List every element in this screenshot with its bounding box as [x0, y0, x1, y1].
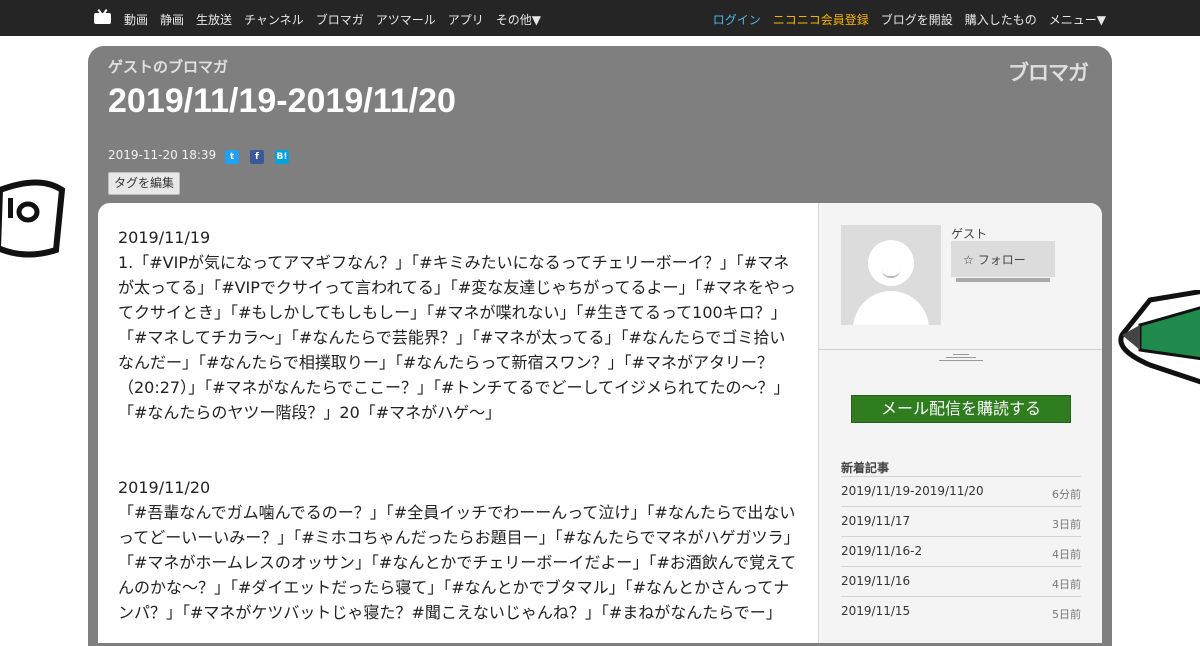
nav-item-blomaga[interactable]: ブロマガ	[316, 11, 364, 28]
subscribe-email-button[interactable]: メール配信を購読する	[851, 395, 1071, 423]
background-doodle-left	[0, 179, 66, 258]
new-posts-list: 2019/11/19-2019/11/20 6分前 2019/11/17 3日前 2…	[841, 476, 1081, 626]
hatena-bookmark-icon[interactable]: B!	[275, 150, 289, 164]
nav-item-seiga[interactable]: 静画	[160, 11, 184, 28]
nav-item-video[interactable]: 動画	[124, 11, 148, 28]
purchased-link[interactable]: 購入したもの	[965, 11, 1037, 28]
niconico-tv-icon[interactable]	[94, 8, 111, 24]
service-nav: 動画 静画 生放送 チャンネル ブロマガ アツマール アプリ その他▼	[124, 11, 541, 28]
article-title: 2019/11/19-2019/11/20	[108, 82, 456, 120]
facebook-icon[interactable]: f	[250, 150, 264, 164]
follow-button[interactable]: ☆ フォロー	[951, 241, 1055, 277]
list-item[interactable]: 2019/11/15 5日前	[841, 596, 1081, 626]
nav-item-app[interactable]: アプリ	[448, 11, 484, 28]
article-container: 2019/11/19 1.「#VIPが気になってアマギフなん？」「#キミみたいに…	[98, 203, 1102, 643]
avatar[interactable]	[841, 225, 941, 325]
menu-dropdown[interactable]: メニュー▼	[1049, 11, 1106, 28]
sidebar: ゲスト ☆ フォロー メール配信を購読する 新着記事 2019/11/19-201…	[818, 203, 1102, 643]
post-date: 2019-11-20 18:39	[108, 148, 217, 162]
day1-heading: 2019/11/19	[118, 228, 211, 247]
sidebar-divider	[819, 349, 1102, 350]
follow-label: フォロー	[977, 253, 1026, 267]
nav-item-other[interactable]: その他▼	[496, 11, 541, 28]
new-posts-heading: 新着記事	[841, 461, 890, 475]
list-item[interactable]: 2019/11/19-2019/11/20 6分前	[841, 476, 1081, 506]
list-item[interactable]: 2019/11/16-2 4日前	[841, 536, 1081, 566]
follow-button-shadow	[956, 278, 1050, 282]
list-item[interactable]: 2019/11/16 4日前	[841, 566, 1081, 596]
open-blog-link[interactable]: ブログを開設	[881, 11, 953, 28]
account-nav: ログイン ニコニコ会員登録 ブログを開設 購入したもの メニュー▼	[713, 11, 1106, 28]
user-name[interactable]: ゲスト	[951, 225, 987, 242]
nav-item-live[interactable]: 生放送	[196, 11, 232, 28]
drag-handle-icon[interactable]	[939, 354, 983, 364]
green-pencil-icon	[1118, 290, 1200, 385]
day1-text: 1.「#VIPが気になってアマギフなん？」「#キミみたいになるってチェリーボーイ…	[118, 253, 796, 422]
list-item[interactable]: 2019/11/17 3日前	[841, 506, 1081, 536]
login-link[interactable]: ログイン	[713, 11, 761, 28]
article-body: 2019/11/19 1.「#VIPが気になってアマギフなん？」「#キミみたいに…	[118, 225, 800, 625]
day2-heading: 2019/11/20	[118, 478, 211, 497]
top-navigation-bar: 動画 静画 生放送 チャンネル ブロマガ アツマール アプリ その他▼ ログイン…	[0, 0, 1200, 36]
twitter-icon[interactable]: t	[225, 150, 239, 164]
blog-name-link[interactable]: ゲストのブロマガ	[108, 56, 228, 77]
blomaga-logo[interactable]: ブロマガ	[1008, 57, 1089, 87]
register-link[interactable]: ニコニコ会員登録	[773, 11, 869, 28]
edit-tags-button[interactable]: タグを編集	[108, 172, 181, 195]
day2-text: 「#吾輩なんでガム噛んでるのー？」「#全員イッチでわーーんって泣け」「#なんたら…	[118, 503, 800, 622]
star-outline-icon: ☆	[963, 253, 974, 267]
nav-item-atsumaru[interactable]: アツマール	[376, 11, 436, 28]
nav-item-channel[interactable]: チャンネル	[244, 11, 304, 28]
